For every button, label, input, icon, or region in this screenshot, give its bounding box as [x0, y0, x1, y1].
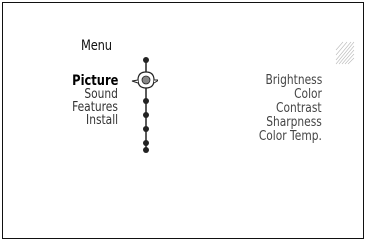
menu-title: Menu — [81, 38, 112, 54]
submenu-item-contrast[interactable]: Contrast — [276, 102, 322, 116]
submenu-item-sharpness[interactable]: Sharpness — [266, 116, 322, 130]
menu-item-install[interactable]: Install — [86, 114, 118, 128]
menu-item-picture[interactable]: Picture — [72, 74, 118, 88]
submenu-item-brightness[interactable]: Brightness — [265, 74, 322, 88]
submenu-item-color-temp[interactable]: Color Temp. — [259, 130, 322, 144]
hatch-decoration-icon — [335, 41, 355, 65]
nav-cursor-icon — [131, 57, 158, 153]
submenu-item-color[interactable]: Color — [294, 88, 322, 102]
